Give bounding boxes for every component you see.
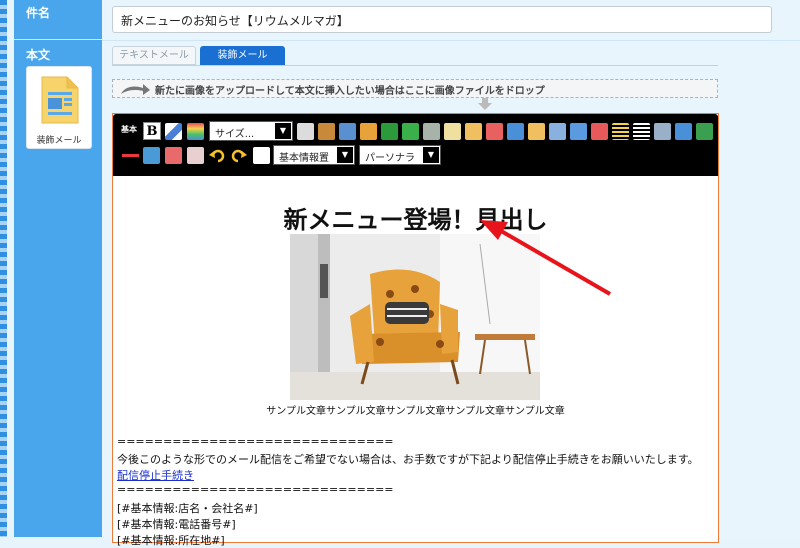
tab-deco-mail[interactable]: 装飾メール (200, 46, 285, 65)
window-icon[interactable] (654, 123, 671, 140)
basic-info-select[interactable]: 基本情報置 ▼ (273, 145, 355, 165)
horizontal-rule-icon[interactable] (122, 147, 139, 164)
paste-icon[interactable] (318, 123, 335, 140)
font-size-select[interactable]: サイズ... ▼ (209, 121, 293, 141)
doc-arrow-icon[interactable] (465, 123, 482, 140)
deco-mail-card[interactable]: 装飾メール (26, 66, 92, 149)
upload-arrow-icon (121, 84, 150, 95)
font-color-icon[interactable] (187, 123, 204, 140)
unlink-icon[interactable] (402, 123, 419, 140)
layout-icon[interactable] (675, 123, 692, 140)
body-label: 本文 (26, 48, 51, 62)
sign-icon[interactable] (591, 123, 608, 140)
doc-icon[interactable] (444, 123, 461, 140)
tab-text-mail[interactable]: テキストメール (112, 46, 196, 65)
eraser-icon[interactable] (165, 123, 182, 140)
source-code-icon[interactable] (253, 147, 270, 164)
globe-icon[interactable] (570, 123, 587, 140)
drop-down-arrow-icon (478, 98, 492, 110)
mail-icon[interactable] (360, 123, 377, 140)
placeholder-phone: [#基本情報:電話番号#] (117, 518, 236, 531)
image-icon[interactable] (339, 123, 356, 140)
tab-underline (112, 65, 718, 66)
subject-label: 件名 (26, 6, 51, 20)
bold-button[interactable]: B (143, 122, 161, 140)
divider-line: ============================== (117, 435, 394, 448)
email-headline: 新メニュー登場！見出し (283, 206, 548, 234)
chair-photo (290, 234, 540, 400)
delete-frame-icon[interactable] (187, 147, 204, 164)
redo-icon[interactable] (230, 147, 247, 164)
align-left-icon[interactable] (612, 123, 629, 140)
align-center-icon[interactable] (633, 123, 650, 140)
doc-blue-icon[interactable] (507, 123, 524, 140)
deco-card-label: 装飾メール (36, 136, 82, 146)
divider-line-2: ============================== (117, 483, 394, 496)
box-icon[interactable] (143, 147, 160, 164)
subject-input[interactable]: 新メニューのお知らせ【リウムメルマガ】 (112, 6, 772, 33)
table-icon[interactable] (423, 123, 440, 140)
footer-icon[interactable] (696, 123, 713, 140)
placeholder-address: [#基本情報:所在地#] (117, 534, 225, 547)
document-icon (41, 76, 79, 124)
undo-icon[interactable] (209, 147, 226, 164)
personalize-select[interactable]: パーソナラ ▼ (359, 145, 441, 165)
photo-caption: サンプル文章サンプル文章サンプル文章サンプル文章サンプル文章 (266, 406, 565, 417)
dropzone-text: 新たに画像をアップロードして本文に挿入したい場合はここに画像ファイルをドロップ (155, 86, 545, 97)
frame-icon[interactable] (165, 147, 182, 164)
left-edge-stripe (0, 0, 7, 537)
base-template-button[interactable]: 基本 (121, 124, 137, 135)
editor-toolbar: 基本 B サイズ... ▼ 基本情報置 ▼ パーソナラ ▼ (113, 114, 718, 176)
rich-text-editor[interactable]: 基本 B サイズ... ▼ 基本情報置 ▼ パーソナラ ▼ 新メニュー登場！見出… (112, 113, 719, 547)
unsubscribe-notice: 今後このような形でのメール配信をご希望でない場合は、お手数ですが下記より配信停止… (117, 453, 699, 466)
row-divider (102, 40, 800, 41)
placeholder-shop-name: [#基本情報:店名・会社名#] (117, 502, 258, 515)
unsubscribe-link[interactable]: 配信停止手続き (117, 467, 194, 483)
link-icon[interactable] (381, 123, 398, 140)
insert-plus-icon[interactable] (297, 123, 314, 140)
doc-red-icon[interactable] (486, 123, 503, 140)
image-dropzone[interactable]: 新たに画像をアップロードして本文に挿入したい場合はここに画像ファイルをドロップ (112, 79, 718, 98)
doc-edit-icon[interactable] (528, 123, 545, 140)
mail-open-icon[interactable] (549, 123, 566, 140)
